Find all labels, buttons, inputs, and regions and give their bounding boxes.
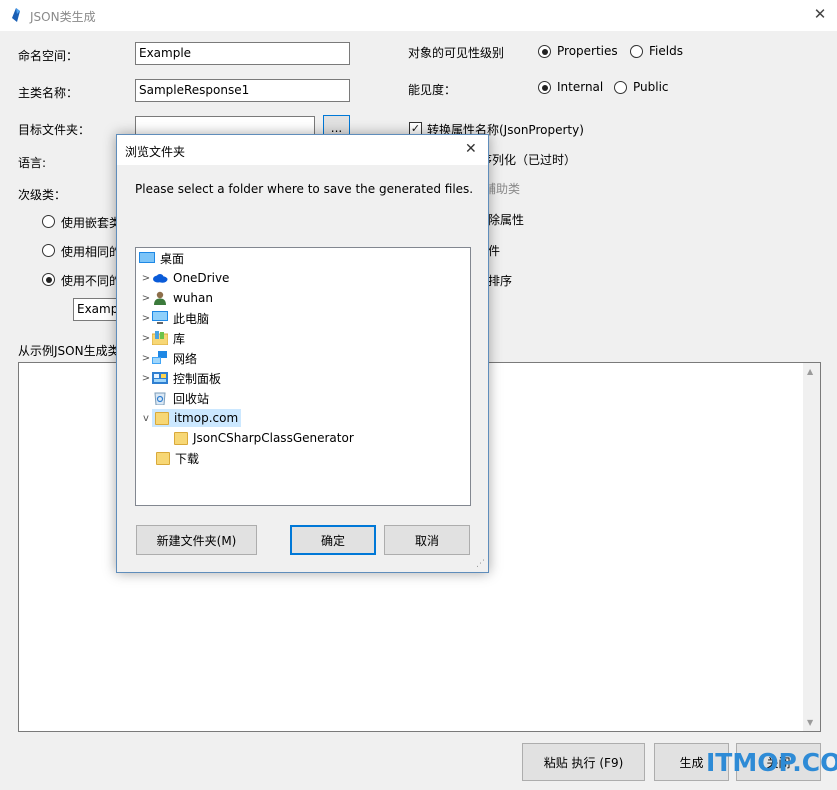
access-public-radio[interactable] xyxy=(614,81,627,94)
access-option-label: Public xyxy=(633,80,669,94)
desktop-icon xyxy=(139,251,155,265)
new-folder-button[interactable]: 新建文件夹(M) xyxy=(136,525,257,555)
tree-item-label: 网络 xyxy=(173,351,198,366)
dialog-close-icon[interactable]: ✕ xyxy=(465,141,477,157)
tree-item-label: 下载 xyxy=(175,451,200,466)
chevron-right-icon[interactable]: > xyxy=(140,373,152,384)
tree-item-label: 桌面 xyxy=(160,251,185,266)
tree-item-recycle-bin[interactable]: 回收站 xyxy=(140,388,209,408)
tree-item-user[interactable]: > wuhan xyxy=(140,288,213,308)
computer-icon xyxy=(152,311,168,325)
dialog-title: 浏览文件夹 xyxy=(125,145,186,159)
dialog-prompt: Please select a folder where to save the… xyxy=(135,182,474,196)
tree-item-library[interactable]: > 库 xyxy=(140,328,185,348)
chevron-right-icon[interactable]: > xyxy=(140,333,152,344)
sort-label: 排序 xyxy=(488,274,513,288)
tree-item-label: 此电脑 xyxy=(173,311,210,326)
secondary-option-label: 使用相同的 xyxy=(61,245,122,259)
folder-tree[interactable]: 桌面 > OneDrive > wuhan > 此电脑 > 库 > 网络 > 控… xyxy=(135,247,471,506)
serialize-label: 序列化（已过时） xyxy=(480,153,577,167)
network-icon xyxy=(152,351,168,365)
visibility-properties-radio[interactable] xyxy=(538,45,551,58)
tree-item-onedrive[interactable]: > OneDrive xyxy=(140,268,230,288)
control-panel-icon xyxy=(152,371,168,385)
browse-folder-dialog: 浏览文件夹 ✕ Please select a folder where to … xyxy=(116,134,489,573)
chevron-down-icon[interactable]: v xyxy=(140,413,152,424)
tree-item-label: itmop.com xyxy=(174,411,239,425)
visibility-option-label: Properties xyxy=(557,44,618,58)
watermark-logo: ITMOP.COM xyxy=(706,748,837,777)
tree-item-label: JsonCSharpClassGenerator xyxy=(193,431,354,445)
file-option-label: 件 xyxy=(488,244,501,258)
tree-item-label: 控制面板 xyxy=(173,371,222,386)
secondary-option-same-radio[interactable] xyxy=(42,244,55,257)
access-internal-radio[interactable] xyxy=(538,81,551,94)
tree-item-this-pc[interactable]: > 此电脑 xyxy=(140,308,209,328)
access-option-label: Internal xyxy=(557,80,604,94)
json-textarea-scrollbar[interactable]: ▲ ▼ xyxy=(803,363,820,731)
helper-class-label: 辅助类 xyxy=(484,182,521,196)
visibility-option-label: Fields xyxy=(649,44,683,58)
namespace-input[interactable]: Example xyxy=(135,42,350,65)
tree-item-network[interactable]: > 网络 xyxy=(140,348,197,368)
app-icon xyxy=(12,8,20,22)
resize-grip-icon[interactable]: ⋰ xyxy=(476,560,485,569)
cancel-button[interactable]: 取消 xyxy=(384,525,470,555)
tree-item-desktop[interactable]: 桌面 xyxy=(136,248,184,268)
tree-item-jsoncsharp[interactable]: JsonCSharpClassGenerator xyxy=(174,428,354,448)
json-sample-label: 从示例JSON生成类 xyxy=(18,344,120,358)
main-class-label: 主类名称： xyxy=(18,86,79,100)
chevron-right-icon[interactable]: > xyxy=(140,353,152,364)
tree-item-selection: itmop.com xyxy=(152,409,242,427)
target-folder-label: 目标文件夹： xyxy=(18,123,91,137)
scroll-up-icon[interactable]: ▲ xyxy=(807,367,813,376)
folder-icon xyxy=(156,451,170,465)
ok-button[interactable]: 确定 xyxy=(290,525,376,555)
cloud-icon xyxy=(152,271,168,285)
folder-icon xyxy=(155,411,169,425)
secondary-option-different-radio[interactable] xyxy=(42,273,55,286)
secondary-option-nested-radio[interactable] xyxy=(42,215,55,228)
window-titlebar: JSON类生成 ✕ xyxy=(0,0,837,31)
window-close-button[interactable]: ✕ xyxy=(812,6,828,22)
language-label: 语言: xyxy=(18,156,47,170)
chevron-right-icon[interactable]: > xyxy=(140,293,152,304)
secondary-option-label: 使用嵌套类 xyxy=(61,216,122,230)
main-class-input[interactable]: SampleResponse1 xyxy=(135,79,350,102)
dialog-titlebar: 浏览文件夹 ✕ xyxy=(117,135,488,165)
user-icon xyxy=(152,291,168,305)
namespace-label: 命名空间： xyxy=(18,49,79,63)
access-label: 能见度： xyxy=(408,83,457,97)
visibility-label: 对象的可见性级别 xyxy=(408,46,505,60)
scroll-down-icon[interactable]: ▼ xyxy=(807,718,813,727)
tree-item-label: 库 xyxy=(173,331,186,346)
library-icon xyxy=(151,331,169,346)
tree-item-downloads[interactable]: 下载 xyxy=(156,448,199,468)
chevron-right-icon[interactable]: > xyxy=(140,273,152,284)
window-title: JSON类生成 xyxy=(30,10,96,24)
chevron-right-icon[interactable]: > xyxy=(140,313,152,324)
secondary-class-label: 次级类： xyxy=(18,188,67,202)
tree-item-label: 回收站 xyxy=(173,391,210,406)
tree-item-itmop[interactable]: v itmop.com xyxy=(140,408,242,428)
remove-attribute-label: 除属性 xyxy=(488,213,525,227)
paste-run-button[interactable]: 粘贴 执行 (F9) xyxy=(522,743,645,781)
tree-item-label: wuhan xyxy=(173,291,213,305)
visibility-fields-radio[interactable] xyxy=(630,45,643,58)
tree-item-control-panel[interactable]: > 控制面板 xyxy=(140,368,221,388)
secondary-option-label: 使用不同的 xyxy=(61,274,122,288)
tree-item-label: OneDrive xyxy=(173,271,230,285)
folder-icon xyxy=(174,431,188,445)
recycle-bin-icon xyxy=(152,391,168,406)
